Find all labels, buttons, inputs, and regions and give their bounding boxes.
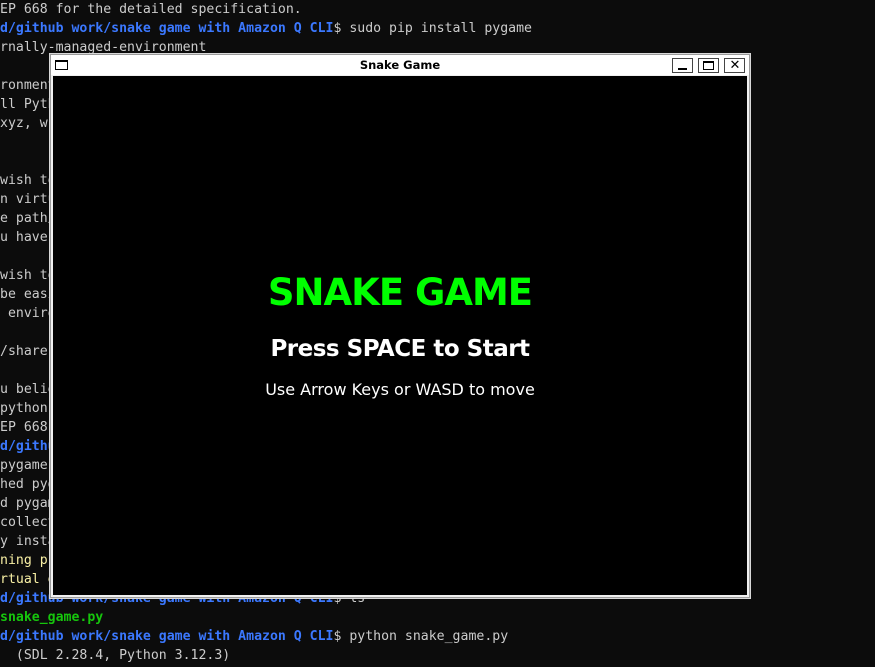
terminal-text: $ python snake_game.py [333, 629, 509, 644]
snake-game-window[interactable]: Snake Game ✕ SNAKE GAME Press SPACE to S… [50, 54, 750, 598]
close-button[interactable]: ✕ [724, 58, 745, 73]
game-title: SNAKE GAME [267, 271, 533, 314]
terminal-text: u have [0, 230, 48, 245]
terminal-text: enviro [0, 306, 56, 321]
terminal-line: collect [0, 513, 56, 532]
terminal-text: EP 668 for the detailed specification. [0, 2, 302, 17]
terminal-text: ll Pyth [0, 97, 56, 112]
terminal-text: (SDL 2.28.4, Python 3.12.3) [0, 648, 231, 663]
terminal-line: EP 668 [0, 418, 48, 437]
terminal-line: enviro [0, 304, 56, 323]
terminal-text: rtual e [0, 572, 56, 587]
minimize-button[interactable] [672, 58, 693, 73]
terminal-text: be easi [0, 287, 56, 302]
terminal-text: e path/ [0, 211, 56, 226]
terminal-text: d/github work/snake game with Amazon Q C… [0, 629, 334, 644]
terminal-text: collect [0, 515, 56, 530]
terminal-text: ronment [0, 78, 56, 93]
terminal-text: hed pyg [0, 477, 56, 492]
window-title: Snake Game [359, 58, 441, 72]
terminal-text: python [0, 401, 48, 416]
terminal-text: wish to [0, 268, 56, 283]
terminal-text: wish to [0, 173, 56, 188]
terminal-line: e path/ [0, 209, 56, 228]
terminal-line: u have [0, 228, 48, 247]
terminal-text: rnally-managed-environment [0, 40, 207, 55]
terminal-line: /share [0, 342, 48, 361]
terminal-line: ronment [0, 76, 56, 95]
terminal-text: d/github work/snake game with Amazon Q C… [0, 21, 334, 36]
terminal-text: $ sudo pip install pygame [333, 21, 532, 36]
terminal-line: ll Pyth [0, 95, 56, 114]
terminal-text: y insta [0, 534, 56, 549]
minimize-icon [678, 68, 687, 70]
terminal-line: y insta [0, 532, 56, 551]
close-icon: ✕ [729, 58, 741, 73]
terminal-line: EP 668 for the detailed specification. [0, 0, 302, 19]
terminal-line: (SDL 2.28.4, Python 3.12.3) [0, 646, 230, 665]
terminal-text: /share [0, 344, 48, 359]
controls-hint: Use Arrow Keys or WASD to move [265, 380, 535, 399]
terminal-line: xyz, w [0, 114, 48, 133]
terminal-text: xyz, w [0, 116, 48, 131]
terminal-text: n virtu [0, 192, 56, 207]
terminal-line: be easi [0, 285, 56, 304]
terminal-line: pygame [0, 456, 48, 475]
terminal-text: EP 668 [0, 420, 48, 435]
maximize-button[interactable] [698, 58, 719, 73]
terminal-line: wish to [0, 171, 56, 190]
terminal-text: pygame [0, 458, 48, 473]
terminal-line: d/githu [0, 437, 56, 456]
window-titlebar[interactable]: Snake Game ✕ [51, 55, 749, 75]
terminal-text: ning p [0, 553, 48, 568]
terminal-text: snake_game.py [0, 610, 104, 625]
game-canvas[interactable]: SNAKE GAME Press SPACE to Start Use Arro… [53, 76, 747, 595]
terminal-text: d pygam [0, 496, 56, 511]
start-prompt: Press SPACE to Start [270, 336, 530, 362]
terminal-line: snake_game.py [0, 608, 103, 627]
terminal-line: wish to [0, 266, 56, 285]
terminal-line: d/github work/snake game with Amazon Q C… [0, 627, 508, 646]
terminal-line: hed pyg [0, 475, 56, 494]
terminal-line: d/github work/snake game with Amazon Q C… [0, 19, 532, 38]
terminal-line: rtual e [0, 570, 56, 589]
terminal-text: d/githu [0, 439, 56, 454]
maximize-icon [703, 61, 714, 70]
terminal-line: n virtu [0, 190, 56, 209]
terminal-line: python [0, 399, 48, 418]
terminal-line: d pygam [0, 494, 56, 513]
